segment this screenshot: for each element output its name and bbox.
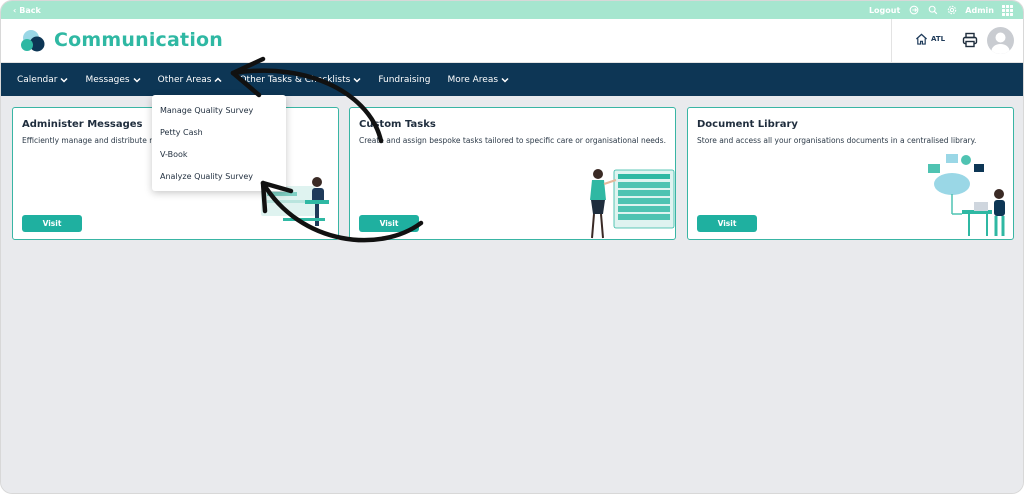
user-avatar-icon[interactable] — [987, 27, 1014, 54]
nav-label: Calendar — [17, 74, 58, 85]
card-document-library: Document Library Store and access all yo… — [687, 107, 1014, 240]
menu-item-v-book[interactable]: V-Book — [152, 144, 286, 166]
nav-label: More Areas — [447, 74, 499, 85]
back-link[interactable]: ‹ Back — [13, 6, 41, 15]
chevron-down-icon — [133, 77, 141, 83]
chevron-down-icon — [60, 77, 69, 83]
chevron-down-icon — [353, 77, 361, 83]
app-window: ‹ Back Logout Admin Communication ATL Ca… — [0, 0, 1024, 494]
app-logo-icon — [21, 30, 45, 52]
card-description: Store and access all your organisations … — [697, 136, 977, 145]
visit-button[interactable]: Visit — [22, 215, 82, 232]
visit-button[interactable]: Visit — [697, 215, 757, 232]
header-divider — [891, 19, 892, 63]
main-nav: Calendar Messages Other Areas Other Task… — [1, 63, 1023, 96]
chevron-left-icon: ‹ — [13, 5, 17, 15]
logout-link[interactable]: Logout — [869, 6, 900, 15]
card-title: Document Library — [697, 119, 798, 130]
nav-messages[interactable]: Messages — [85, 74, 141, 85]
documents-illustration-icon — [928, 154, 1005, 236]
user-name[interactable]: Admin — [965, 6, 994, 15]
nav-more-areas[interactable]: More Areas — [447, 75, 509, 85]
nav-label: Other Areas — [157, 74, 212, 85]
card-title: Administer Messages — [22, 119, 143, 130]
gear-icon[interactable] — [946, 5, 957, 16]
app-title: Communication — [54, 29, 224, 51]
home-icon — [915, 33, 928, 45]
apps-grid-icon[interactable] — [1002, 4, 1013, 16]
app-header: Communication ATL — [1, 19, 1023, 63]
card-title: Custom Tasks — [359, 119, 436, 130]
tasks-illustration-icon — [590, 169, 675, 239]
printer-icon[interactable] — [962, 32, 978, 48]
menu-item-manage-quality-survey[interactable]: Manage Quality Survey — [152, 100, 286, 122]
search-icon[interactable] — [927, 5, 938, 16]
nav-other-tasks[interactable]: Other Tasks & Checklists — [239, 75, 361, 85]
nav-label: Other Tasks & Checklists — [239, 74, 351, 85]
card-description: Create and assign bespoke tasks tailored… — [359, 136, 666, 145]
nav-calendar[interactable]: Calendar — [17, 74, 69, 85]
chevron-down-icon — [501, 77, 509, 83]
visit-button[interactable]: Visit — [359, 215, 419, 232]
chevron-up-icon — [214, 76, 222, 82]
back-label: Back — [19, 5, 41, 15]
home-code: ATL — [931, 35, 946, 43]
nav-other-areas[interactable]: Other Areas — [158, 75, 223, 85]
nav-fundraising[interactable]: Fundraising — [378, 75, 430, 85]
nav-label: Fundraising — [378, 74, 431, 85]
menu-item-analyze-quality-survey[interactable]: Analyze Quality Survey — [152, 166, 286, 188]
card-custom-tasks: Custom Tasks Create and assign bespoke t… — [349, 107, 676, 240]
menu-item-petty-cash[interactable]: Petty Cash — [152, 122, 286, 144]
other-areas-dropdown: Manage Quality Survey Petty Cash V-Book … — [152, 95, 286, 191]
home-button[interactable]: ATL — [915, 33, 945, 45]
top-utility-bar: ‹ Back Logout Admin — [1, 1, 1023, 19]
logout-icon[interactable] — [908, 5, 919, 16]
nav-label: Messages — [85, 74, 130, 85]
